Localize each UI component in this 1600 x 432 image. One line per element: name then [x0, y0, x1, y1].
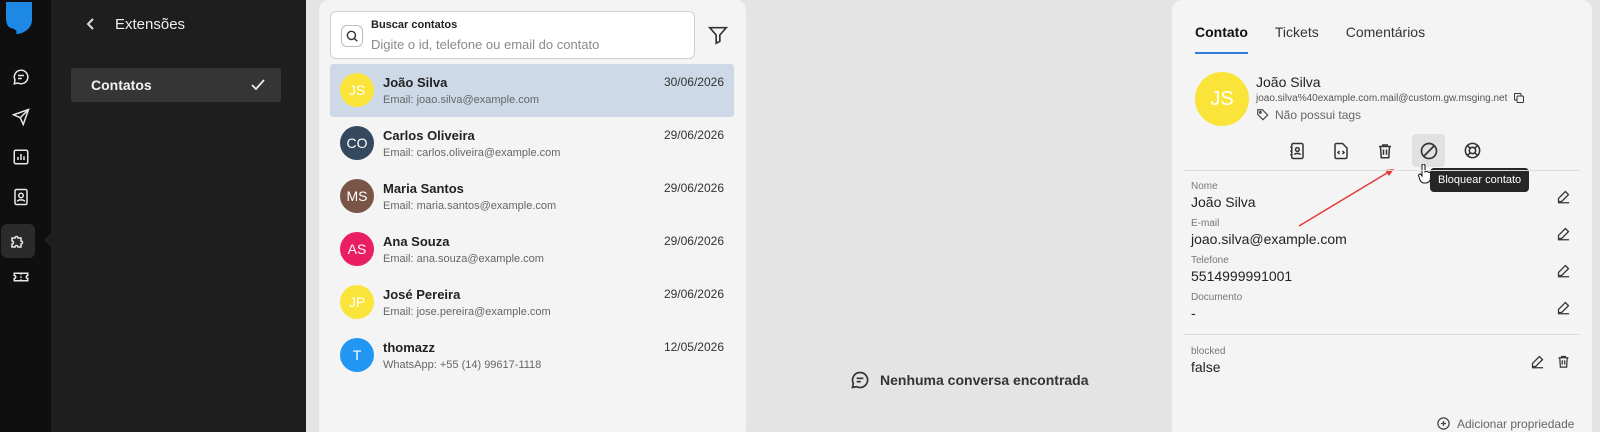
add-property-button[interactable]: Adicionar propriedade [1436, 416, 1574, 431]
field-value: false [1191, 359, 1221, 375]
search-box[interactable]: Buscar contatos Digite o id, telefone ou… [330, 11, 695, 59]
contact-detail-panel: Contato Tickets Comentários JS João Silv… [1172, 0, 1592, 432]
field-label: Nome [1191, 181, 1218, 192]
add-property-label: Adicionar propriedade [1457, 416, 1575, 431]
filter-icon[interactable] [707, 24, 731, 48]
contact-row[interactable]: CO Carlos Oliveira Email: carlos.oliveir… [330, 117, 734, 170]
contact-date: 12/05/2026 [663, 340, 724, 354]
extensions-puzzle-icon[interactable] [1, 224, 35, 258]
extensions-header: Extensões [81, 14, 185, 34]
avatar: MS [340, 179, 374, 213]
field-documento: Documento - [1191, 292, 1571, 321]
back-chevron-icon[interactable] [81, 14, 101, 34]
avatar: AS [340, 232, 374, 266]
field-telefone: Telefone 5514999991001 [1191, 255, 1571, 284]
edit-pencil-icon[interactable] [1556, 300, 1571, 320]
contact-subtitle: Email: maria.santos@example.com [383, 200, 557, 212]
extension-item-contatos[interactable]: Contatos [71, 68, 281, 102]
send-icon[interactable] [6, 102, 36, 132]
contact-row[interactable]: AS Ana Souza Email: ana.souza@example.co… [330, 223, 734, 276]
contacts-list-panel: Buscar contatos Digite o id, telefone ou… [319, 0, 746, 432]
contact-date: 29/06/2026 [663, 128, 724, 142]
contact-name: João Silva [383, 75, 448, 90]
checkmark-icon [251, 79, 265, 91]
chat-icon [851, 371, 869, 389]
contact-date: 29/06/2026 [663, 287, 724, 301]
divider [1184, 170, 1580, 171]
search-label: Buscar contatos [371, 19, 458, 31]
field-email: E-mail joao.silva@example.com [1191, 218, 1571, 247]
contact-name: thomazz [383, 340, 435, 355]
contact-subtitle: Email: ana.souza@example.com [383, 253, 544, 265]
search-input[interactable]: Digite o id, telefone ou email do contat… [371, 37, 599, 52]
field-label: blocked [1191, 346, 1226, 357]
field-label: Telefone [1191, 255, 1229, 266]
field-blocked: blocked false [1191, 346, 1571, 375]
chat-icon[interactable] [6, 62, 36, 92]
analytics-icon[interactable] [6, 142, 36, 172]
nav-rail [0, 0, 51, 432]
contact-subtitle: Email: jose.pereira@example.com [383, 306, 551, 318]
field-value: - [1191, 305, 1196, 321]
trash-icon[interactable] [1556, 354, 1571, 374]
contact-subtitle: Email: carlos.oliveira@example.com [383, 147, 561, 159]
contact-row[interactable]: JP José Pereira Email: jose.pereira@exam… [330, 276, 734, 329]
plus-circle-icon [1437, 417, 1450, 430]
field-value: João Silva [1191, 194, 1256, 210]
contact-name: Carlos Oliveira [383, 128, 475, 143]
extensions-title: Extensões [115, 15, 186, 33]
contact-name: Ana Souza [383, 234, 450, 249]
field-value: 5514999991001 [1191, 268, 1293, 284]
contact-date: 29/06/2026 [663, 234, 724, 248]
contact-date: 30/06/2026 [663, 75, 724, 89]
extensions-panel: Extensões Contatos [51, 0, 306, 432]
extension-item-label: Contatos [91, 77, 152, 93]
divider [1184, 334, 1580, 335]
edit-pencil-icon[interactable] [1556, 189, 1571, 209]
avatar: JP [340, 285, 374, 319]
contact-date: 29/06/2026 [663, 181, 724, 195]
avatar: CO [340, 126, 374, 160]
edit-pencil-icon[interactable] [1530, 354, 1545, 374]
contact-name: Maria Santos [383, 181, 464, 196]
active-indicator [44, 233, 51, 247]
ticket-icon[interactable] [6, 262, 36, 292]
avatar: JS [340, 73, 374, 107]
avatar: T [340, 338, 374, 372]
contact-row[interactable]: T thomazz WhatsApp: +55 (14) 99617-1118 … [330, 329, 734, 382]
contacts-book-icon[interactable] [6, 182, 36, 212]
contact-name: José Pereira [383, 287, 461, 302]
app-logo[interactable] [4, 2, 34, 34]
contact-subtitle: WhatsApp: +55 (14) 99617-1118 [383, 359, 542, 371]
contact-row[interactable]: JS João Silva Email: joao.silva@example.… [330, 64, 734, 117]
edit-pencil-icon[interactable] [1556, 263, 1571, 283]
edit-pencil-icon[interactable] [1556, 226, 1571, 246]
field-nome: Nome João Silva [1191, 181, 1571, 210]
empty-message: Nenhuma conversa encontrada [880, 372, 1089, 388]
contact-row[interactable]: MS Maria Santos Email: maria.santos@exam… [330, 170, 734, 223]
empty-conversation-state: Nenhuma conversa encontrada [850, 370, 1089, 390]
field-value: joao.silva@example.com [1191, 231, 1347, 247]
field-label: Documento [1191, 292, 1243, 303]
field-label: E-mail [1191, 218, 1220, 229]
contact-subtitle: Email: joao.silva@example.com [383, 94, 540, 106]
search-icon [341, 25, 363, 47]
